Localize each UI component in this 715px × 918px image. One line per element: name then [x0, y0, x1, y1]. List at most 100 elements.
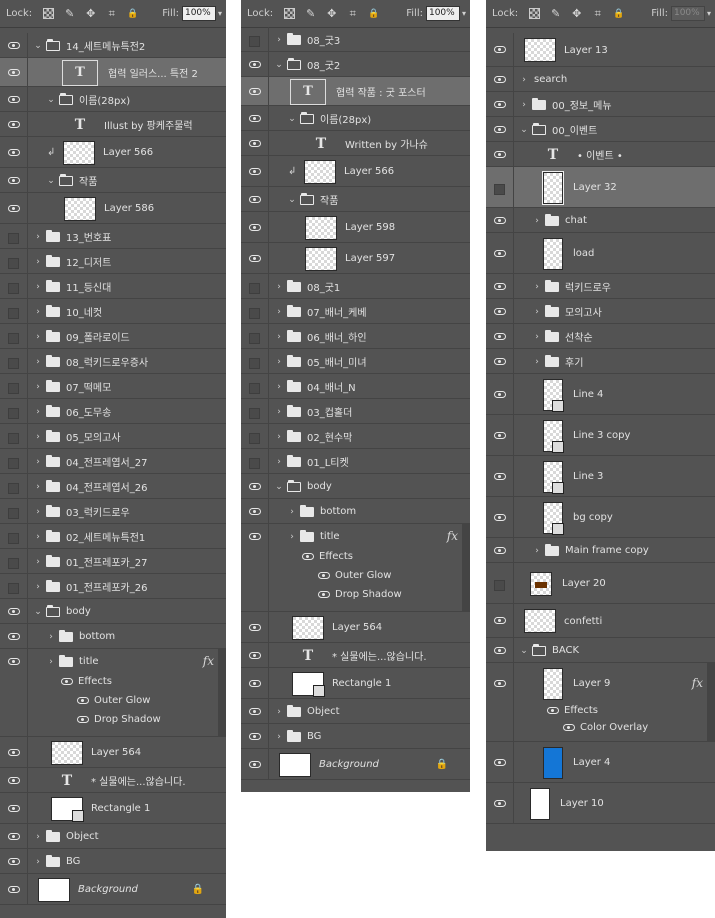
visibility-toggle[interactable] — [241, 749, 269, 780]
layer-row[interactable]: › Object — [0, 824, 226, 849]
visibility-toggle[interactable] — [486, 92, 514, 117]
layer-row[interactable]: › 03_컵홀더 — [241, 399, 470, 424]
eye-icon[interactable] — [563, 724, 575, 731]
visibility-toggle[interactable] — [241, 299, 269, 324]
visibility-toggle[interactable] — [241, 474, 269, 499]
layer-row[interactable]: T * 실물에는...않습니다. — [241, 643, 470, 668]
eye-icon[interactable] — [77, 697, 89, 704]
fill-input[interactable]: 100% — [670, 6, 705, 21]
layer-row[interactable]: T * 실물에는...않습니다. — [0, 768, 226, 793]
effects-row[interactable]: Effects — [0, 672, 226, 691]
eye-icon[interactable] — [61, 678, 73, 685]
layer-row[interactable]: Rectangle 1 — [241, 668, 470, 699]
layer-row[interactable]: ⌄ body — [0, 599, 226, 624]
chevron-right-icon[interactable]: › — [275, 307, 283, 317]
layer-row[interactable]: › 07_배너_케베 — [241, 299, 470, 324]
layer-row[interactable]: › 05_모의고사 — [0, 424, 226, 449]
visibility-toggle[interactable] — [0, 524, 28, 549]
visibility-toggle[interactable] — [0, 793, 28, 824]
layer-row[interactable]: › BG — [0, 849, 226, 874]
chevron-down-icon[interactable]: ⌄ — [47, 95, 55, 105]
layer-row[interactable]: Background 🔒 — [0, 874, 226, 905]
visibility-toggle[interactable] — [0, 299, 28, 324]
layer-row[interactable]: › bottom — [0, 624, 226, 649]
visibility-toggle[interactable] — [241, 643, 269, 668]
visibility-toggle[interactable] — [0, 112, 28, 137]
effects-row[interactable]: Effects — [241, 547, 470, 566]
layer-row[interactable]: › bottom — [241, 499, 470, 524]
visibility-toggle[interactable] — [486, 233, 514, 274]
layer-row[interactable]: › 07_떡메모 — [0, 374, 226, 399]
visibility-toggle[interactable] — [0, 324, 28, 349]
layer-row[interactable]: › 08_럭키드로우증사 — [0, 349, 226, 374]
layer-row[interactable]: › 04_전프레엽서_26 — [0, 474, 226, 499]
chevron-right-icon[interactable]: › — [275, 382, 283, 392]
chevron-right-icon[interactable]: › — [34, 307, 42, 317]
effect-item[interactable]: Drop Shadow — [0, 710, 226, 729]
lock-artboard-icon[interactable]: ⌗ — [347, 7, 358, 20]
chevron-right-icon[interactable]: › — [520, 75, 528, 85]
visibility-toggle[interactable] — [486, 349, 514, 374]
layer-row[interactable]: confetti — [486, 604, 715, 638]
layer-row[interactable]: › 11_등신대 — [0, 274, 226, 299]
layer-row[interactable]: T 협력 작품 : 굿 포스터 — [241, 77, 470, 106]
layer-row[interactable]: Layer 32 — [486, 167, 715, 208]
layer-row[interactable]: bg copy — [486, 497, 715, 538]
visibility-toggle[interactable] — [0, 399, 28, 424]
visibility-toggle[interactable] — [241, 212, 269, 243]
visibility-toggle[interactable] — [241, 449, 269, 474]
layer-row[interactable]: Layer 598 — [241, 212, 470, 243]
chevron-right-icon[interactable]: › — [533, 282, 541, 292]
lock-artboard-icon[interactable]: ⌗ — [592, 7, 603, 20]
visibility-toggle[interactable] — [486, 742, 514, 783]
lock-transparent-pixels-icon[interactable] — [529, 8, 541, 19]
chevron-down-icon[interactable]: ⌄ — [34, 41, 42, 51]
layer-row[interactable]: Rectangle 1 — [0, 793, 226, 824]
chevron-right-icon[interactable]: › — [275, 732, 283, 742]
fx-icon[interactable]: fx — [447, 529, 458, 543]
visibility-toggle[interactable] — [0, 624, 28, 649]
layer-row[interactable]: ⌄ 작품 — [241, 187, 470, 212]
layer-row[interactable]: Background 🔒 — [241, 749, 470, 780]
visibility-toggle[interactable] — [0, 499, 28, 524]
layer-row[interactable]: ⌄ 14_세트메뉴특전2 — [0, 33, 226, 58]
lock-image-pixels-icon[interactable]: ✎ — [550, 7, 561, 20]
layer-row[interactable]: › 02_현수막 — [241, 424, 470, 449]
visibility-toggle[interactable] — [486, 67, 514, 92]
layer-row[interactable]: › title fx Effects Outer Glow Drop Shadow — [0, 649, 226, 737]
chevron-down-icon[interactable]: ⌄ — [520, 646, 528, 656]
effect-item[interactable]: Outer Glow — [241, 566, 470, 585]
visibility-toggle[interactable] — [486, 415, 514, 456]
visibility-toggle[interactable] — [241, 499, 269, 524]
visibility-toggle[interactable] — [241, 349, 269, 374]
layer-row[interactable]: Layer 9 fx Effects Color Overlay — [486, 663, 715, 742]
layer-row[interactable]: › 01_전프레포카_27 — [0, 549, 226, 574]
lock-all-icon[interactable]: 🔒 — [127, 8, 138, 19]
layer-row[interactable]: T Illust by 팡케주물럭 — [0, 112, 226, 137]
visibility-toggle[interactable] — [241, 131, 269, 156]
chevron-down-icon[interactable]: ⌄ — [47, 176, 55, 186]
chevron-down-icon[interactable]: ⌄ — [288, 195, 296, 205]
chevron-right-icon[interactable]: › — [34, 832, 42, 842]
chevron-right-icon[interactable]: › — [533, 332, 541, 342]
visibility-toggle[interactable] — [241, 724, 269, 749]
layer-row[interactable]: › search — [486, 67, 715, 92]
visibility-toggle[interactable] — [241, 668, 269, 699]
chevron-right-icon[interactable]: › — [288, 507, 296, 517]
layer-row[interactable]: ⌄ 08_굿2 — [241, 52, 470, 77]
layer-row[interactable]: T • 이벤트 • — [486, 142, 715, 167]
layer-row[interactable]: ⌄ 이름(28px) — [241, 106, 470, 131]
chevron-right-icon[interactable]: › — [275, 432, 283, 442]
chevron-right-icon[interactable]: › — [47, 657, 55, 667]
fx-icon[interactable]: fx — [203, 654, 214, 668]
visibility-toggle[interactable] — [241, 374, 269, 399]
visibility-toggle[interactable] — [0, 849, 28, 874]
fx-icon[interactable]: fx — [692, 676, 703, 690]
visibility-toggle[interactable] — [0, 374, 28, 399]
chevron-down-icon[interactable]: ⌄ — [288, 114, 296, 124]
layer-row[interactable]: › 04_배너_N — [241, 374, 470, 399]
chevron-right-icon[interactable]: › — [275, 357, 283, 367]
visibility-toggle[interactable] — [486, 274, 514, 299]
layer-row[interactable]: Line 4 — [486, 374, 715, 415]
fill-input[interactable]: 100% — [425, 6, 460, 21]
